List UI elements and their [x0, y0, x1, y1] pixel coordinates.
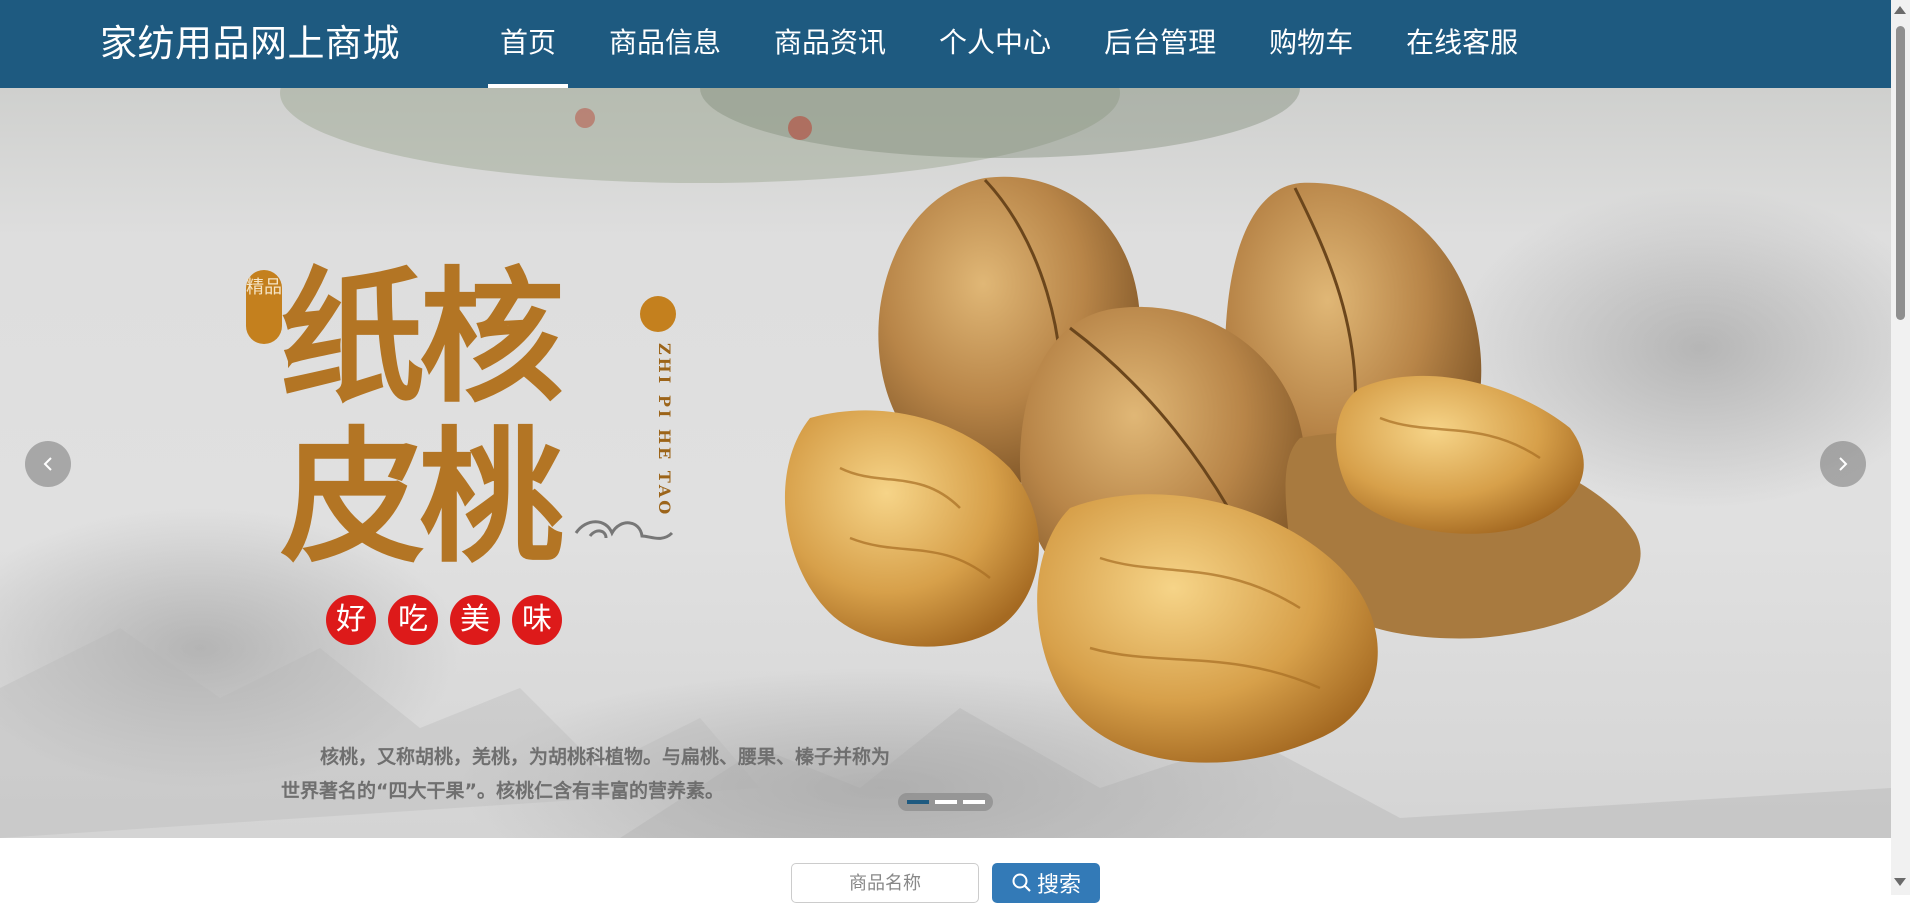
nav-admin[interactable]: 后台管理	[1092, 0, 1228, 88]
top-navbar: 家纺用品网上商城 首页 商品信息 商品资讯 个人中心 后台管理 购物车 在线客服	[0, 0, 1891, 88]
nav-user-center[interactable]: 个人中心	[927, 0, 1063, 88]
scroll-thumb[interactable]	[1896, 26, 1905, 320]
scroll-down-icon[interactable]	[1894, 878, 1906, 886]
badge: 味	[512, 595, 562, 645]
carousel-dot-1[interactable]	[906, 800, 929, 804]
banner-title: 纸核 皮桃	[280, 258, 680, 588]
banner-description: 核桃，又称胡桃，羌桃，为胡桃科植物。与扁桃、腰果、榛子并称为世界著名的“四大干果…	[281, 746, 891, 802]
nav-news[interactable]: 商品资讯	[762, 0, 898, 88]
banner-title-line2: 皮桃	[280, 413, 564, 583]
badge: 美	[450, 595, 500, 645]
carousel-indicators	[898, 793, 993, 811]
badge: 好	[326, 595, 376, 645]
carousel-prev-button[interactable]	[25, 441, 71, 487]
site-brand[interactable]: 家纺用品网上商城	[100, 0, 400, 88]
search-icon	[1012, 873, 1031, 892]
search-button-label: 搜索	[1036, 873, 1081, 898]
banner-pinyin: ZHI PI HE TAO	[655, 343, 674, 518]
carousel-dot-3[interactable]	[962, 800, 985, 804]
nav-cart[interactable]: 购物车	[1257, 0, 1365, 88]
nav-home[interactable]: 首页	[488, 0, 569, 88]
hero-carousel: 精品 纸核 皮桃 ZHI PI HE TAO 好 吃 美 味 核桃，又称胡桃，羌…	[0, 88, 1891, 838]
search-button[interactable]: 搜索	[992, 863, 1100, 903]
seal-mark: 精品	[246, 270, 282, 344]
nav-customer-service[interactable]: 在线客服	[1394, 0, 1530, 88]
badge: 吃	[388, 595, 438, 645]
main-nav: 首页 商品信息 商品资讯 个人中心 后台管理 购物车 在线客服	[488, 0, 1559, 88]
banner-badges: 好 吃 美 味	[326, 595, 562, 645]
page-scrollbar[interactable]	[1891, 0, 1910, 895]
chevron-right-icon	[1839, 457, 1848, 471]
carousel-next-button[interactable]	[1820, 441, 1866, 487]
nav-products[interactable]: 商品信息	[597, 0, 733, 88]
banner-title-line1: 纸核	[280, 253, 564, 423]
chevron-left-icon	[43, 457, 52, 471]
scroll-up-icon[interactable]	[1894, 6, 1906, 14]
product-search-input[interactable]	[791, 863, 979, 903]
carousel-dot-2[interactable]	[934, 800, 957, 804]
